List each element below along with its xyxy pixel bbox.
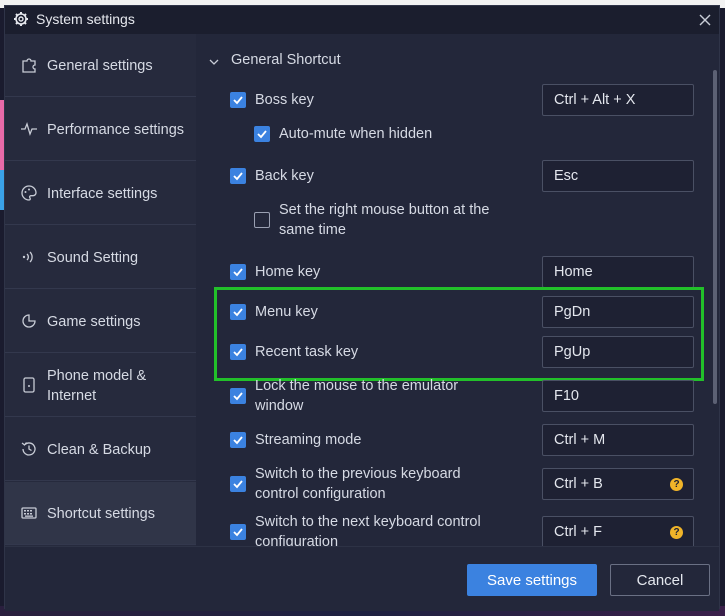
sidebar-item-label: Shortcut settings — [47, 505, 155, 522]
sidebar-item-label: Phone model & Internet — [47, 367, 147, 404]
home-key-field[interactable]: Home — [542, 256, 694, 288]
close-icon[interactable] — [695, 10, 715, 30]
dialog-footer: Save settings Cancel — [5, 546, 719, 611]
sound-waves-icon — [22, 251, 33, 263]
help-icon[interactable]: ? — [670, 526, 683, 539]
back-key-checkbox[interactable] — [230, 168, 246, 184]
pulse-icon — [21, 122, 37, 136]
sidebar-item-general[interactable]: General settings — [5, 34, 196, 97]
boss-key-field[interactable]: Ctrl + Alt + X — [542, 84, 694, 116]
keyboard-icon — [21, 507, 37, 519]
gear-icon — [14, 12, 28, 26]
recent-task-key-checkbox[interactable] — [230, 344, 246, 360]
sidebar-item-shortcut[interactable]: Shortcut settings — [5, 482, 196, 545]
next-config-field[interactable]: Ctrl + F ? — [542, 516, 694, 546]
sidebar-item-label: General settings — [47, 57, 153, 74]
back-key-field[interactable]: Esc — [542, 160, 694, 192]
auto-mute-checkbox[interactable] — [254, 126, 270, 142]
recent-task-key-field[interactable]: PgUp — [542, 336, 694, 368]
menu-key-field[interactable]: PgDn — [542, 296, 694, 328]
puzzle-icon — [22, 58, 36, 73]
next-config-key: Ctrl + F — [554, 524, 602, 540]
prev-config-checkbox[interactable] — [230, 476, 246, 492]
prev-config-field[interactable]: Ctrl + B ? — [542, 468, 694, 500]
gamepad-icon — [22, 314, 36, 328]
lock-mouse-field[interactable]: F10 — [542, 380, 694, 412]
next-config-label: Switch to the next keyboard control conf… — [255, 514, 481, 546]
palette-icon — [21, 185, 37, 201]
sidebar-item-phone[interactable]: Phone model & Internet — [5, 354, 196, 417]
sidebar-item-sound[interactable]: Sound Setting — [5, 226, 196, 289]
lock-mouse-label: Lock the mouse to the emulator window — [255, 378, 459, 414]
lock-mouse-checkbox[interactable] — [230, 388, 246, 404]
sidebar-item-game[interactable]: Game settings — [5, 290, 196, 353]
back-key-label: Back key — [255, 168, 314, 184]
dialog-title: System settings — [36, 11, 135, 27]
streaming-mode-field[interactable]: Ctrl + M — [542, 424, 694, 456]
system-settings-dialog: System settings General settings Perform… — [4, 5, 721, 611]
streaming-mode-checkbox[interactable] — [230, 432, 246, 448]
auto-mute-label: Auto-mute when hidden — [279, 126, 433, 142]
prev-config-key: Ctrl + B — [554, 476, 603, 492]
cancel-button[interactable]: Cancel — [610, 564, 710, 596]
sidebar-item-performance[interactable]: Performance settings — [5, 98, 196, 161]
streaming-mode-label: Streaming mode — [255, 432, 362, 448]
sidebar-item-label: Clean & Backup — [47, 441, 151, 458]
sidebar-item-label: Performance settings — [47, 121, 185, 138]
menu-key-label: Menu key — [255, 304, 318, 320]
boss-key-checkbox[interactable] — [230, 92, 246, 108]
phone-icon — [23, 377, 35, 393]
sidebar-item-clean[interactable]: Clean & Backup — [5, 418, 196, 481]
home-key-checkbox[interactable] — [230, 264, 246, 280]
history-icon — [21, 442, 36, 456]
save-button[interactable]: Save settings — [467, 564, 597, 596]
boss-key-label: Boss key — [255, 92, 314, 108]
scrollbar[interactable] — [713, 70, 717, 404]
next-config-checkbox[interactable] — [230, 524, 246, 540]
settings-sidebar: General settings Performance settings In… — [5, 34, 196, 546]
right-mouse-checkbox[interactable] — [254, 212, 270, 228]
section-title: General Shortcut — [231, 52, 341, 68]
home-key-label: Home key — [255, 264, 321, 280]
sidebar-item-label: Sound Setting — [47, 249, 139, 266]
shortcut-settings-panel: General Shortcut Boss key Ctrl + Alt + X… — [197, 34, 721, 546]
prev-config-label: Switch to the previous keyboard control … — [255, 466, 461, 502]
recent-task-key-label: Recent task key — [255, 344, 359, 360]
menu-key-checkbox[interactable] — [230, 304, 246, 320]
title-bar: System settings — [5, 6, 719, 34]
sidebar-item-label: Interface settings — [47, 185, 158, 202]
sidebar-item-interface[interactable]: Interface settings — [5, 162, 196, 225]
chevron-down-icon[interactable] — [208, 56, 220, 68]
help-icon[interactable]: ? — [670, 478, 683, 491]
sidebar-item-label: Game settings — [47, 313, 141, 330]
right-mouse-label: Set the right mouse button at the same t… — [279, 202, 490, 238]
